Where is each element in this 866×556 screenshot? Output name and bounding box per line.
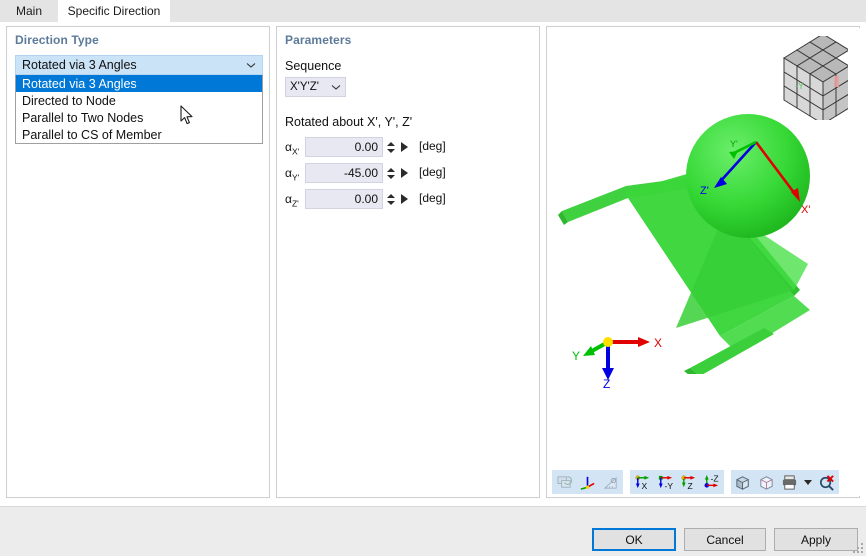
dialog-body: Direction Type Rotated via 3 Angles Rota… <box>0 22 866 506</box>
direction-type-selected-value: Rotated via 3 Angles <box>22 58 137 72</box>
tab-main[interactable]: Main <box>0 0 58 22</box>
angle-x-unit: [deg] <box>419 139 446 153</box>
angle-y-spinner[interactable] <box>385 164 396 182</box>
spinner-up-icon[interactable] <box>386 167 395 172</box>
dropdown-item-label: Rotated via 3 Angles <box>22 76 137 91</box>
wireframe-view-icon[interactable] <box>755 471 778 493</box>
angle-y-unit: [deg] <box>419 165 446 179</box>
angle-y-input[interactable]: -45.00 <box>305 163 383 183</box>
sequence-combobox[interactable]: X'Y'Z' <box>285 77 346 97</box>
tab-strip: Main Specific Direction <box>0 0 866 22</box>
tab-specific-direction-label: Specific Direction <box>67 4 161 18</box>
angle-z-unit: [deg] <box>419 191 446 205</box>
view-in-negative-y-icon[interactable]: -Y <box>654 471 677 493</box>
angle-x-input[interactable]: 0.00 <box>305 137 383 157</box>
dropdown-item-parallel-to-cs-of-member[interactable]: Parallel to CS of Member <box>16 126 262 143</box>
angle-x-pick-button[interactable] <box>401 142 408 152</box>
dialog-specific-direction: Main Specific Direction Direction Type R… <box>0 0 866 556</box>
print-dropdown-caret-icon[interactable] <box>804 479 812 485</box>
global-axis-triad: X Y Z <box>572 336 662 388</box>
dialog-footer: OK Cancel Apply <box>0 506 866 556</box>
3d-viewport[interactable]: -Y X' Z' Y' X Y Z <box>548 28 860 469</box>
isometric-view-icon[interactable] <box>732 471 755 493</box>
sequence-selected-value: X'Y'Z' <box>290 81 319 93</box>
angle-z-spinner[interactable] <box>385 190 396 208</box>
parameters-title: Parameters <box>285 33 352 47</box>
direction-type-panel: Direction Type Rotated via 3 Angles Rota… <box>6 26 270 498</box>
ok-button-label: OK <box>625 532 643 547</box>
direction-type-title: Direction Type <box>15 33 99 47</box>
angle-z-pick-button[interactable] <box>401 194 408 204</box>
local-axis-x-label: X' <box>801 204 810 216</box>
axis-view-label: Z <box>688 481 693 491</box>
cancel-button[interactable]: Cancel <box>684 528 766 551</box>
apply-button-label: Apply <box>800 532 832 547</box>
angle-y-pick-button[interactable] <box>401 168 408 178</box>
reset-view-icon[interactable] <box>553 471 576 493</box>
angle-row-x: αX' 0.00 [deg] <box>285 137 520 157</box>
spinner-up-icon[interactable] <box>386 141 395 146</box>
dropdown-item-rotated-via-3-angles[interactable]: Rotated via 3 Angles <box>16 75 262 92</box>
viewport-toolbar: X -Y Z -Z <box>548 468 860 496</box>
angle-z-input[interactable]: 0.00 <box>305 189 383 209</box>
angle-y-value: -45.00 <box>343 166 378 180</box>
measure-icon[interactable] <box>599 471 622 493</box>
local-axis-z-label: Z' <box>700 185 709 197</box>
view-in-x-icon[interactable]: X <box>631 471 654 493</box>
model-view-panel: -Y X' Z' Y' X Y Z X -Y Z -Z <box>546 26 860 498</box>
resize-grip[interactable] <box>852 542 864 554</box>
angle-x-symbol: αX' <box>285 140 300 157</box>
tab-specific-direction[interactable]: Specific Direction <box>58 0 170 22</box>
global-axis-z-label: Z <box>603 377 610 388</box>
dropdown-item-parallel-to-two-nodes[interactable]: Parallel to Two Nodes <box>16 109 262 126</box>
local-axis-y-label: Y' <box>730 139 738 149</box>
axis-view-label: -Z <box>711 474 719 484</box>
axis-view-label: X <box>642 481 648 491</box>
dropdown-item-label: Directed to Node <box>22 93 116 108</box>
angle-row-y: αY' -45.00 [deg] <box>285 163 520 183</box>
zoom-reset-icon[interactable] <box>815 471 838 493</box>
print-icon[interactable] <box>778 471 801 493</box>
angle-z-value: 0.00 <box>354 192 378 206</box>
ok-button[interactable]: OK <box>592 528 676 551</box>
direction-type-combobox[interactable]: Rotated via 3 Angles <box>15 55 263 75</box>
show-axes-icon[interactable] <box>576 471 599 493</box>
dropdown-item-label: Parallel to CS of Member <box>22 127 162 142</box>
view-in-negative-z-icon[interactable]: -Z <box>700 471 723 493</box>
chevron-down-icon <box>331 85 341 90</box>
navigation-cube-icon[interactable]: -Y <box>762 36 848 120</box>
angle-y-symbol: αY' <box>285 166 300 183</box>
global-axis-y-label: Y <box>572 349 580 363</box>
angle-x-spinner[interactable] <box>385 138 396 156</box>
angle-row-z: αZ' 0.00 [deg] <box>285 189 520 209</box>
toolbar-group-view <box>552 470 623 494</box>
sequence-label: Sequence <box>285 59 342 73</box>
dropdown-item-directed-to-node[interactable]: Directed to Node <box>16 92 262 109</box>
direction-type-dropdown-list[interactable]: Rotated via 3 Angles Directed to Node Pa… <box>15 75 263 144</box>
cancel-button-label: Cancel <box>706 532 744 547</box>
toolbar-group-axis-views: X -Y Z -Z <box>630 470 724 494</box>
toolbar-group-render <box>731 470 839 494</box>
angle-z-symbol: αZ' <box>285 192 299 209</box>
spinner-down-icon[interactable] <box>386 148 395 153</box>
angle-x-value: 0.00 <box>354 140 378 154</box>
nav-cube-face-label: -Y <box>795 81 804 91</box>
view-in-z-icon[interactable]: Z <box>677 471 700 493</box>
global-axis-x-label: X <box>654 336 662 350</box>
parameters-panel: Parameters Sequence X'Y'Z' Rotated about… <box>276 26 540 498</box>
spinner-down-icon[interactable] <box>386 174 395 179</box>
rotated-about-label: Rotated about X', Y', Z' <box>285 115 413 129</box>
dropdown-item-label: Parallel to Two Nodes <box>22 110 144 125</box>
apply-button[interactable]: Apply <box>774 528 858 551</box>
spinner-down-icon[interactable] <box>386 200 395 205</box>
spinner-up-icon[interactable] <box>386 193 395 198</box>
chevron-down-icon <box>246 63 256 68</box>
tab-main-label: Main <box>15 4 42 18</box>
axis-view-label: -Y <box>665 481 674 491</box>
